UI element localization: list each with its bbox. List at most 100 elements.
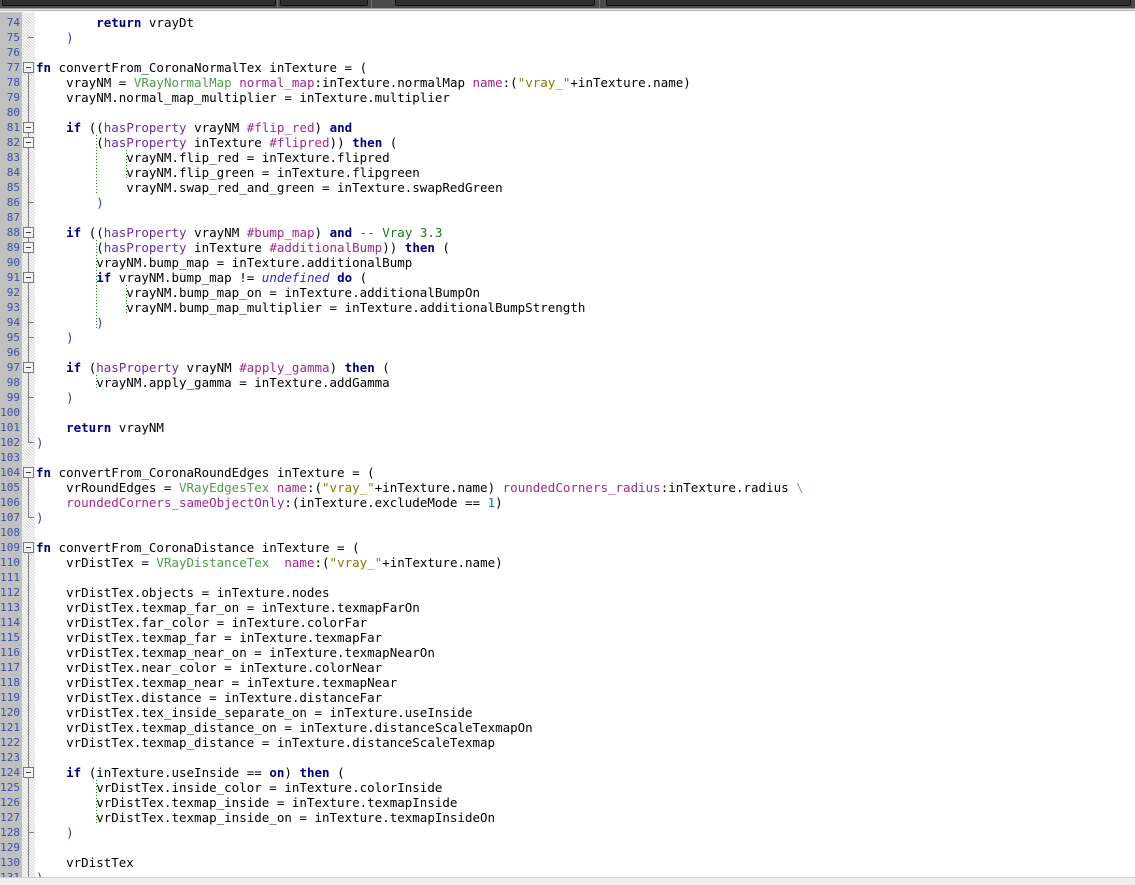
- code-token: if: [96, 270, 112, 285]
- code-token: vrDistTex.distance = inTexture.distanceF…: [36, 690, 383, 705]
- code-line[interactable]: vrDistTex.texmap_distance = inTexture.di…: [36, 735, 495, 750]
- code-token: :(: [306, 480, 323, 495]
- code-line[interactable]: return vrayNM: [36, 420, 164, 435]
- code-line[interactable]: vrDistTex.texmap_near_on = inTexture.tex…: [36, 645, 435, 660]
- code-line[interactable]: vrDistTex: [36, 855, 134, 870]
- code-line[interactable]: vrRoundEdges = VRayEdgesTex name:("vray_…: [36, 480, 804, 495]
- code-line[interactable]: ): [36, 30, 74, 45]
- toolbar-button-2[interactable]: [280, 0, 368, 6]
- code-token: and: [329, 225, 353, 240]
- toolbar-underline: [0, 9, 1135, 11]
- line-number: 75: [6, 31, 20, 44]
- code-token: ): [36, 510, 44, 525]
- code-line[interactable]: vrDistTex.texmap_near = inTexture.texmap…: [36, 675, 397, 690]
- code-line[interactable]: ): [36, 870, 44, 877]
- fold-collapse-box[interactable]: [23, 362, 34, 373]
- code-line[interactable]: ): [36, 825, 74, 840]
- code-token: vrayNM.bump_map_multiplier = inTexture.a…: [36, 300, 586, 315]
- code-token: (: [434, 240, 450, 255]
- code-line[interactable]: ): [36, 195, 104, 210]
- toolbar-button-1[interactable]: [2, 0, 276, 6]
- code-token: hasProperty: [103, 135, 187, 150]
- line-number: 88: [6, 226, 20, 239]
- code-token: (: [382, 135, 398, 150]
- code-line[interactable]: vrDistTex.texmap_inside = inTexture.texm…: [36, 795, 457, 810]
- code-token: ): [314, 120, 330, 135]
- code-token: inTexture: [186, 240, 270, 255]
- code-line[interactable]: fn convertFrom_CoronaRoundEdges inTextur…: [36, 465, 375, 480]
- code-line[interactable]: (hasProperty inTexture #flipred)) then (: [36, 135, 397, 150]
- toolbar-button-4[interactable]: [606, 0, 1131, 6]
- code-line[interactable]: vrDistTex.texmap_distance_on = inTexture…: [36, 720, 533, 735]
- code-token: convertFrom_CoronaRoundEdges inTexture =…: [51, 465, 375, 480]
- code-line[interactable]: roundedCorners_sameObjectOnly:(inTexture…: [36, 495, 503, 510]
- code-token: convertFrom_CoronaNormalTex inTexture = …: [51, 60, 368, 75]
- fold-collapse-box[interactable]: [23, 242, 34, 253]
- code-token: VRayDistanceTex: [156, 555, 270, 570]
- code-text-area[interactable]: return vrayDt ) fn convertFrom_CoronaNorm…: [36, 12, 1135, 877]
- code-line[interactable]: if (hasProperty vrayNM #apply_gamma) the…: [36, 360, 390, 375]
- code-line[interactable]: ): [36, 510, 44, 525]
- code-line[interactable]: ): [36, 330, 74, 345]
- fold-collapse-box[interactable]: [23, 272, 34, 283]
- code-line[interactable]: ): [36, 315, 104, 330]
- code-line[interactable]: if ((hasProperty vrayNM #bump_map) and -…: [36, 225, 442, 240]
- code-line[interactable]: vrayNM = VRayNormalMap normal_map:inText…: [36, 75, 691, 90]
- fold-collapse-box[interactable]: [23, 227, 34, 238]
- code-token: ): [284, 765, 300, 780]
- code-token: VRayNormalMap: [133, 75, 232, 90]
- line-number: 94: [6, 316, 20, 329]
- line-number: 113: [0, 601, 20, 614]
- code-fold-margin[interactable]: [22, 12, 35, 878]
- code-line[interactable]: vrDistTex.distance = inTexture.distanceF…: [36, 690, 382, 705]
- code-line[interactable]: if ((hasProperty vrayNM #flip_red) and: [36, 120, 352, 135]
- line-number: 90: [6, 256, 20, 269]
- code-line[interactable]: return vrayDt: [36, 15, 194, 30]
- code-line[interactable]: vrDistTex.texmap_inside_on = inTexture.t…: [36, 810, 495, 825]
- code-token: VRayEdgesTex: [179, 480, 270, 495]
- code-line[interactable]: vrDistTex.far_color = inTexture.colorFar: [36, 615, 367, 630]
- line-number: 97: [6, 361, 20, 374]
- code-line[interactable]: vrayNM.flip_green = inTexture.flipgreen: [36, 165, 420, 180]
- code-line[interactable]: fn convertFrom_CoronaDistance inTexture …: [36, 540, 360, 555]
- code-line[interactable]: ): [36, 435, 44, 450]
- fold-collapse-box[interactable]: [23, 542, 34, 553]
- code-token: vrDistTex.near_color = inTexture.colorNe…: [36, 660, 383, 675]
- fold-collapse-box[interactable]: [23, 62, 34, 73]
- code-line[interactable]: vrayNM.flip_red = inTexture.flipred: [36, 150, 389, 165]
- code-token: if: [66, 225, 82, 240]
- line-number: 106: [0, 496, 20, 509]
- code-token: vrayNM.swap_red_and_green = inTexture.sw…: [36, 180, 503, 195]
- code-line[interactable]: vrayNM.bump_map_multiplier = inTexture.a…: [36, 300, 585, 315]
- code-line[interactable]: vrayNM.apply_gamma = inTexture.addGamma: [36, 375, 390, 390]
- fold-collapse-box[interactable]: [23, 137, 34, 148]
- code-line[interactable]: vrDistTex.objects = inTexture.nodes: [36, 585, 329, 600]
- toolbar-button-3[interactable]: [395, 0, 595, 6]
- fold-end-tick: [28, 832, 34, 833]
- code-line[interactable]: ): [36, 390, 74, 405]
- fold-collapse-box[interactable]: [23, 767, 34, 778]
- code-line[interactable]: (hasProperty inTexture #additionalBump))…: [36, 240, 450, 255]
- line-number: 125: [0, 781, 20, 794]
- code-line[interactable]: vrDistTex.tex_inside_separate_on = inTex…: [36, 705, 472, 720]
- line-number: 99: [6, 391, 20, 404]
- line-number: 95: [6, 331, 20, 344]
- code-line[interactable]: vrDistTex.near_color = inTexture.colorNe…: [36, 660, 382, 675]
- code-line[interactable]: vrDistTex.inside_color = inTexture.color…: [36, 780, 442, 795]
- code-line[interactable]: vrDistTex = VRayDistanceTex name:("vray_…: [36, 555, 503, 570]
- code-line[interactable]: vrayNM.swap_red_and_green = inTexture.sw…: [36, 180, 503, 195]
- line-number: 101: [0, 421, 20, 434]
- code-token: ): [36, 330, 74, 345]
- code-editor-area[interactable]: 74 75 76 77 78 79 80 81 82 83 84 85 86 87 88 89 90 91 92 93…: [0, 12, 1135, 878]
- code-line[interactable]: if (inTexture.useInside == on) then (: [36, 765, 345, 780]
- code-line[interactable]: vrayNM.bump_map_on = inTexture.additiona…: [36, 285, 480, 300]
- fold-collapse-box[interactable]: [23, 467, 34, 478]
- code-line[interactable]: vrayNM.normal_map_multiplier = inTexture…: [36, 90, 450, 105]
- fold-collapse-box[interactable]: [23, 122, 34, 133]
- code-line[interactable]: if vrayNM.bump_map != undefined do (: [36, 270, 367, 285]
- code-line[interactable]: vrayNM.bump_map = inTexture.additionalBu…: [36, 255, 412, 270]
- code-line[interactable]: vrDistTex.texmap_far = inTexture.texmapF…: [36, 630, 382, 645]
- code-line[interactable]: fn convertFrom_CoronaNormalTex inTexture…: [36, 60, 367, 75]
- code-line[interactable]: vrDistTex.texmap_far_on = inTexture.texm…: [36, 600, 420, 615]
